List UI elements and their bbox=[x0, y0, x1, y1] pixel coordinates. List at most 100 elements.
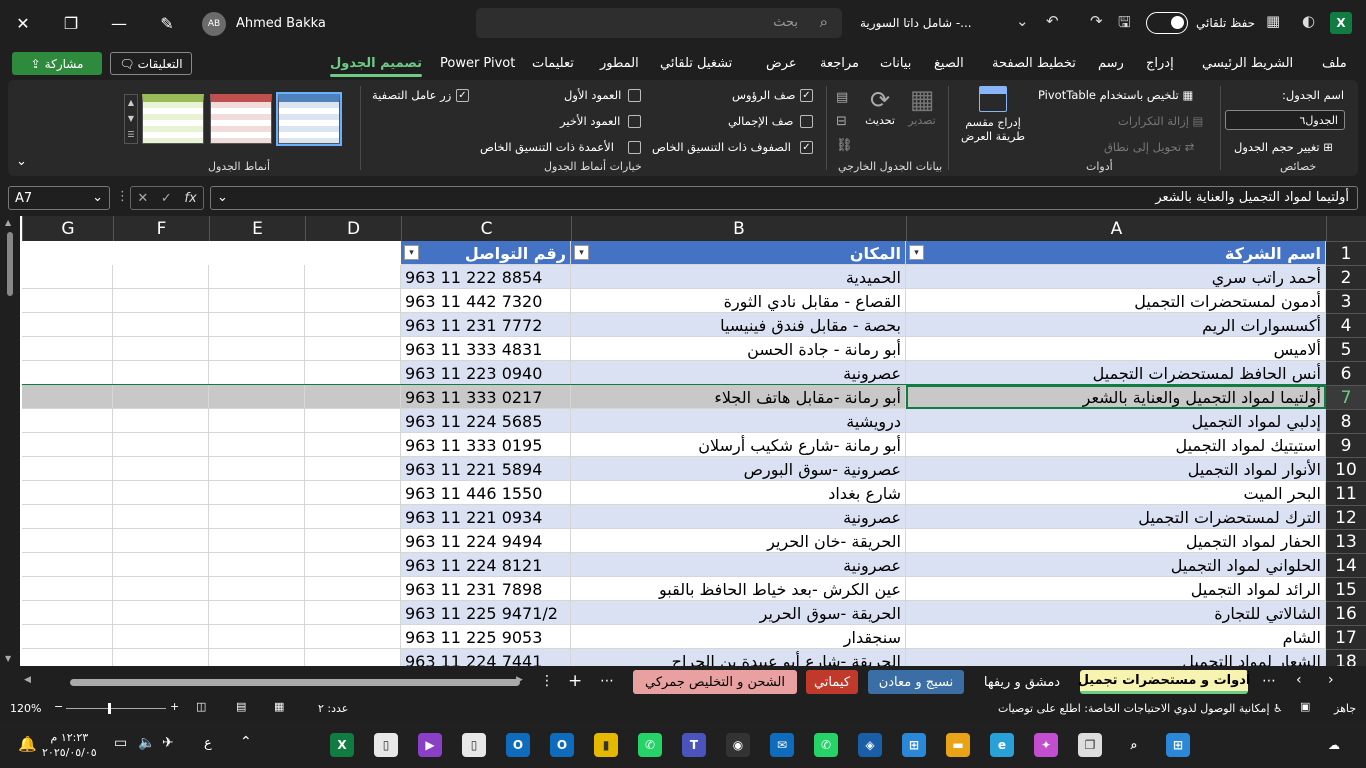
empty-cell[interactable] bbox=[113, 265, 209, 289]
company-cell[interactable]: الشام bbox=[906, 625, 1326, 649]
company-cell[interactable]: الشالاتي للتجارة bbox=[906, 601, 1326, 625]
whatsapp-alt-taskbar-icon[interactable]: ✆ bbox=[814, 733, 838, 757]
row-header[interactable]: 17 bbox=[1326, 625, 1366, 649]
row-header[interactable]: 14 bbox=[1326, 553, 1366, 577]
empty-cell[interactable] bbox=[113, 505, 209, 529]
phone-cell[interactable]: 963 11 224 5685 bbox=[401, 409, 571, 433]
location-cell[interactable]: الحريقة -شارع أبو عبيدة بن الجراح bbox=[571, 649, 906, 666]
location-cell[interactable]: درويشية bbox=[571, 409, 906, 433]
github-taskbar-icon[interactable]: ◉ bbox=[726, 733, 750, 757]
table-header-phone[interactable]: رقم التواصل ▾ bbox=[401, 241, 571, 265]
phone-cell[interactable]: 963 11 333 0195 bbox=[401, 433, 571, 457]
filter-button-checkbox[interactable]: ✓ bbox=[456, 89, 469, 102]
phone-cell[interactable]: 963 11 223 0940 bbox=[401, 361, 571, 385]
normal-view-icon[interactable]: ▦ bbox=[274, 700, 284, 713]
taskbar-clock[interactable]: ١٢:٢٣ م ٢٠٢٥/٠٥/٠٥ bbox=[42, 730, 97, 760]
empty-cell[interactable] bbox=[305, 433, 401, 457]
empty-cell[interactable] bbox=[209, 577, 305, 601]
page-break-view-icon[interactable]: ◫ bbox=[196, 700, 206, 713]
empty-cell[interactable] bbox=[22, 289, 113, 313]
filter-dropdown-icon[interactable]: ▾ bbox=[909, 245, 924, 260]
company-cell[interactable]: أولتيما لمواد التجميل والعناية بالشعر bbox=[906, 385, 1326, 409]
empty-cell[interactable] bbox=[113, 409, 209, 433]
column-header-e[interactable]: E bbox=[209, 216, 305, 241]
pivot-summary-button[interactable]: ▦ تلخيص باستخدام PivotTable bbox=[1038, 88, 1193, 102]
table-style-green[interactable] bbox=[142, 94, 204, 144]
sheet-tab-shipping[interactable]: الشحن و التخليص جمركي bbox=[633, 670, 797, 694]
empty-cell[interactable] bbox=[209, 457, 305, 481]
insert-slicer-button[interactable]: إدراج مقسم طريقة العرض bbox=[958, 86, 1028, 154]
column-header-a[interactable]: A bbox=[906, 216, 1326, 241]
remove-duplicates-button[interactable]: ▤ إزالة التكرارات bbox=[1118, 114, 1203, 128]
column-header-d[interactable]: D bbox=[305, 216, 401, 241]
vscode-taskbar-icon[interactable]: ◈ bbox=[858, 733, 882, 757]
save-icon[interactable]: 🖫 bbox=[1118, 12, 1131, 37]
empty-cell[interactable] bbox=[305, 529, 401, 553]
column-header-g[interactable]: G bbox=[22, 216, 113, 241]
sheet-tab-textiles[interactable]: نسيج و معادن bbox=[868, 670, 964, 694]
company-cell[interactable]: الأنوار لمواد التجميل bbox=[906, 457, 1326, 481]
phone-cell[interactable]: 963 11 231 7898 bbox=[401, 577, 571, 601]
file-taskbar-icon[interactable]: ▯ bbox=[374, 733, 398, 757]
empty-cell[interactable] bbox=[22, 649, 113, 666]
company-cell[interactable]: الحفار لمواد التجميل bbox=[906, 529, 1326, 553]
sheet-tab-damascus[interactable]: دمشق و ريفها bbox=[972, 670, 1072, 694]
empty-cell[interactable] bbox=[209, 361, 305, 385]
location-cell[interactable]: سنجقدار bbox=[571, 625, 906, 649]
tab-home[interactable]: الشريط الرئيسي bbox=[1202, 56, 1293, 71]
weather-icon[interactable]: ☁ bbox=[1322, 733, 1346, 757]
explorer-taskbar-icon[interactable]: ▬ bbox=[946, 733, 970, 757]
name-box[interactable]: A7 ⌄ bbox=[8, 186, 110, 210]
phone-cell[interactable]: 963 11 224 8121 bbox=[401, 553, 571, 577]
enter-icon[interactable]: ✓ bbox=[161, 191, 172, 206]
more-sheets-icon[interactable]: ⋮ bbox=[540, 673, 554, 689]
phone-cell[interactable]: 963 11 221 5894 bbox=[401, 457, 571, 481]
table-style-red[interactable] bbox=[210, 94, 272, 144]
excel-taskbar-icon[interactable]: X bbox=[330, 733, 354, 757]
table-header-location[interactable]: المكان ▾ bbox=[571, 241, 906, 265]
company-cell[interactable]: الشعار لمواد التجميل bbox=[906, 649, 1326, 666]
phone-cell[interactable]: 963 11 224 7441 bbox=[401, 649, 571, 666]
row-header[interactable]: 7 bbox=[1326, 385, 1366, 409]
empty-cell[interactable] bbox=[22, 457, 113, 481]
resize-table-button[interactable]: ⊞ تغيير حجم الجدول bbox=[1234, 140, 1333, 154]
filter-dropdown-icon[interactable]: ▾ bbox=[574, 245, 589, 260]
copilot-taskbar-icon[interactable]: ✦ bbox=[1034, 733, 1058, 757]
location-cell[interactable]: الحميدية bbox=[571, 265, 906, 289]
empty-cell[interactable] bbox=[305, 601, 401, 625]
styles-scroll[interactable]: ▲ ▼ ☰ bbox=[124, 94, 138, 144]
undo-icon[interactable]: ↶ bbox=[1046, 12, 1059, 30]
search-box[interactable]: ⌕ بحث bbox=[476, 8, 842, 38]
search-taskbar-icon[interactable]: ⌕ bbox=[1122, 733, 1146, 757]
header-row-checkbox[interactable]: ✓ bbox=[800, 89, 813, 102]
document-taskbar-icon[interactable]: ▯ bbox=[462, 733, 486, 757]
row-header[interactable]: 18 bbox=[1326, 649, 1366, 666]
clipchamp-taskbar-icon[interactable]: ▶ bbox=[418, 733, 442, 757]
user-name[interactable]: Ahmed Bakka bbox=[236, 16, 326, 31]
chevron-right-icon[interactable]: › bbox=[1328, 672, 1334, 688]
scroll-left-icon[interactable]: ◀ bbox=[24, 675, 31, 685]
empty-cell[interactable] bbox=[113, 649, 209, 666]
first-column-checkbox[interactable] bbox=[628, 89, 641, 102]
location-cell[interactable]: الحريقة -سوق الحرير bbox=[571, 601, 906, 625]
empty-cell[interactable] bbox=[209, 433, 305, 457]
empty-cell[interactable] bbox=[22, 529, 113, 553]
zoom-slider[interactable] bbox=[66, 703, 166, 714]
tab-table-design[interactable]: تصميم الجدول bbox=[330, 56, 423, 77]
empty-cell[interactable] bbox=[22, 577, 113, 601]
location-cell[interactable]: عين الكرش -بعد خياط الحافظ بالقبو bbox=[571, 577, 906, 601]
empty-cell[interactable] bbox=[113, 457, 209, 481]
empty-cell[interactable] bbox=[22, 505, 113, 529]
language-indicator[interactable]: ع bbox=[204, 736, 212, 751]
comments-button[interactable]: التعليقات 🗨 bbox=[110, 52, 192, 75]
company-cell[interactable]: أنس الحافظ لمستحضرات التجميل bbox=[906, 361, 1326, 385]
refresh-button[interactable]: ⟳ تحديث bbox=[860, 86, 900, 127]
company-cell[interactable]: استيتيك لمواد التجميل bbox=[906, 433, 1326, 457]
empty-cell[interactable] bbox=[305, 361, 401, 385]
empty-cell[interactable] bbox=[305, 481, 401, 505]
company-cell[interactable]: الحلواني لمواد التجميل bbox=[906, 553, 1326, 577]
tab-formulas[interactable]: الصيغ bbox=[934, 56, 964, 71]
empty-cell[interactable] bbox=[22, 553, 113, 577]
tab-automate[interactable]: تشغيل تلقائي bbox=[660, 56, 732, 71]
empty-cell[interactable] bbox=[113, 433, 209, 457]
